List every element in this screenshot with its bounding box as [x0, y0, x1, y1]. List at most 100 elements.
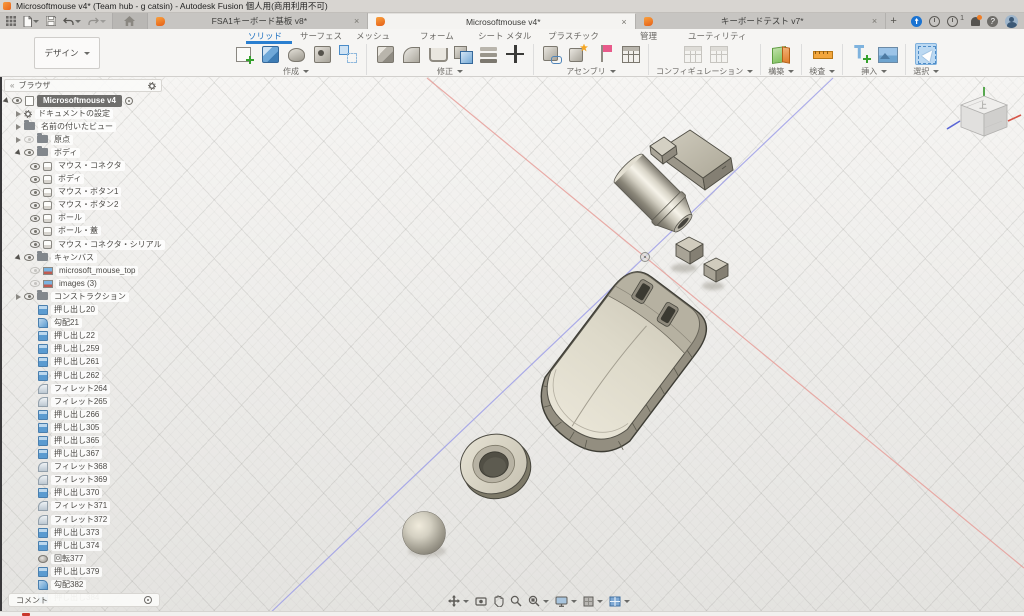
view-cube[interactable]: 上: [947, 87, 1021, 136]
expand-icon[interactable]: [16, 124, 21, 130]
visibility-eye-icon[interactable]: [30, 176, 40, 183]
visibility-eye-icon[interactable]: [30, 215, 40, 222]
feature-item[interactable]: フィレット264: [4, 382, 162, 395]
visibility-eye-icon[interactable]: [24, 149, 34, 156]
viewports-button[interactable]: [609, 596, 630, 607]
expand-icon[interactable]: [15, 149, 23, 157]
feature-item[interactable]: フィレット372: [4, 513, 162, 526]
visibility-eye-icon[interactable]: [24, 136, 34, 143]
user-avatar[interactable]: [1005, 15, 1018, 28]
fillet-icon[interactable]: [400, 43, 422, 65]
tree-item-body[interactable]: ボール・蓋: [4, 225, 162, 238]
pattern-icon[interactable]: [337, 43, 359, 65]
visibility-eye-icon[interactable]: [30, 267, 40, 274]
tree-item-body[interactable]: マウス・ボタン2: [4, 199, 162, 212]
tab-sheet-metal[interactable]: シート メタル: [478, 30, 531, 42]
tab-mesh[interactable]: メッシュ: [356, 30, 390, 42]
visibility-eye-icon[interactable]: [24, 293, 34, 300]
move-copy-icon[interactable]: [504, 43, 526, 65]
feature-item[interactable]: フィレット369: [4, 474, 162, 487]
hole-icon[interactable]: [311, 43, 333, 65]
tab-plastic[interactable]: プラスチック: [548, 30, 599, 42]
part-mouse-body[interactable]: [524, 262, 717, 470]
document-tab-keyboard-test[interactable]: キーボードテスト v7* ×: [636, 13, 886, 29]
configuration-icon[interactable]: [681, 43, 703, 65]
part-mouse-button-1[interactable]: [676, 237, 703, 264]
help-icon[interactable]: ?: [987, 16, 998, 27]
part-ball-lid[interactable]: [454, 426, 538, 506]
save-icon[interactable]: [46, 16, 56, 26]
feature-item[interactable]: 押し出し379: [4, 565, 162, 578]
construction-plane-icon[interactable]: [770, 43, 792, 65]
viewcube-top-label[interactable]: 上: [979, 101, 987, 110]
feature-item[interactable]: 押し出し259: [4, 343, 162, 356]
tree-item-named-views[interactable]: 名前の付いたビュー: [4, 120, 162, 133]
document-tab-fsa1[interactable]: FSA1キーボード基板 v8* ×: [148, 13, 368, 29]
visibility-eye-icon[interactable]: [30, 202, 40, 209]
group-label-create[interactable]: 作成: [283, 66, 309, 77]
look-at-icon[interactable]: [475, 596, 487, 607]
part-ball[interactable]: [403, 512, 446, 555]
tree-item-body[interactable]: ボディ: [4, 173, 162, 186]
create-sketch-icon[interactable]: [233, 43, 255, 65]
expand-icon[interactable]: [16, 111, 21, 117]
tab-surface[interactable]: サーフェス: [300, 30, 342, 42]
comment-target-icon[interactable]: [144, 596, 152, 604]
browser-header[interactable]: « ブラウザ: [4, 79, 162, 92]
notification-bell-icon[interactable]: [971, 17, 980, 26]
document-tab-microsoftmouse[interactable]: Microsoftmouse v4* ×: [368, 13, 635, 29]
tree-item-origin[interactable]: 原点: [4, 133, 162, 146]
clock-badge-icon[interactable]: [947, 16, 958, 27]
feature-item[interactable]: 押し出し262: [4, 369, 162, 382]
clock-icon[interactable]: [929, 16, 940, 27]
feature-item[interactable]: 勾配382: [4, 578, 162, 591]
tree-item-body[interactable]: マウス・ボタン1: [4, 186, 162, 199]
tree-item-root[interactable]: Microsoftmouse v4: [4, 94, 162, 107]
tree-item-bodies-folder[interactable]: ボディ: [4, 146, 162, 159]
tree-item-construction-folder[interactable]: コンストラクション: [4, 290, 162, 303]
revolve-icon[interactable]: [285, 43, 307, 65]
extrude-icon[interactable]: [259, 43, 281, 65]
feature-item[interactable]: 押し出し374: [4, 539, 162, 552]
orbit-button[interactable]: [448, 595, 469, 607]
feature-item[interactable]: フィレット265: [4, 395, 162, 408]
select-tool-icon[interactable]: [915, 43, 937, 65]
tab-manage[interactable]: 管理: [640, 30, 657, 42]
timeline-strip[interactable]: [0, 611, 1024, 616]
visibility-eye-icon[interactable]: [24, 254, 34, 261]
expand-icon[interactable]: [3, 97, 11, 105]
home-tab-button[interactable]: [112, 13, 148, 29]
new-tab-button[interactable]: +: [886, 13, 901, 29]
collapse-panel-icon[interactable]: «: [10, 81, 14, 90]
group-label-insert[interactable]: 挿入: [861, 66, 887, 77]
close-tab-icon[interactable]: ×: [354, 16, 359, 26]
joint-origin-icon[interactable]: [593, 43, 615, 65]
group-label-modify[interactable]: 修正: [437, 66, 463, 77]
feature-item[interactable]: 押し出し261: [4, 356, 162, 369]
feature-item[interactable]: 押し出し367: [4, 448, 162, 461]
group-label-assemble[interactable]: アセンブリ: [566, 66, 616, 77]
feature-item[interactable]: フィレット371: [4, 500, 162, 513]
group-label-configure[interactable]: コンフィギュレーション: [656, 66, 753, 77]
tree-item-canvas[interactable]: images (3): [4, 277, 162, 290]
combine-icon[interactable]: [452, 43, 474, 65]
expand-icon[interactable]: [16, 137, 21, 143]
expand-icon[interactable]: [15, 254, 23, 262]
file-menu-button[interactable]: [23, 16, 39, 27]
visibility-eye-icon[interactable]: [30, 163, 40, 170]
feature-item[interactable]: 勾配21: [4, 317, 162, 330]
press-pull-icon[interactable]: [374, 43, 396, 65]
display-settings-button[interactable]: [555, 596, 577, 607]
measure-icon[interactable]: [811, 43, 833, 65]
visibility-eye-icon[interactable]: [30, 280, 40, 287]
visibility-eye-icon[interactable]: [30, 241, 40, 248]
insert-image-icon[interactable]: [876, 43, 898, 65]
job-status-icon[interactable]: [911, 16, 922, 27]
shell-icon[interactable]: [426, 43, 448, 65]
close-tab-icon[interactable]: ×: [621, 17, 626, 27]
expand-icon[interactable]: [16, 294, 21, 300]
feature-item[interactable]: 押し出し365: [4, 434, 162, 447]
zoom-icon[interactable]: [510, 595, 522, 607]
feature-item[interactable]: 押し出し370: [4, 487, 162, 500]
tree-item-body[interactable]: マウス・コネクタ・シリアル: [4, 238, 162, 251]
